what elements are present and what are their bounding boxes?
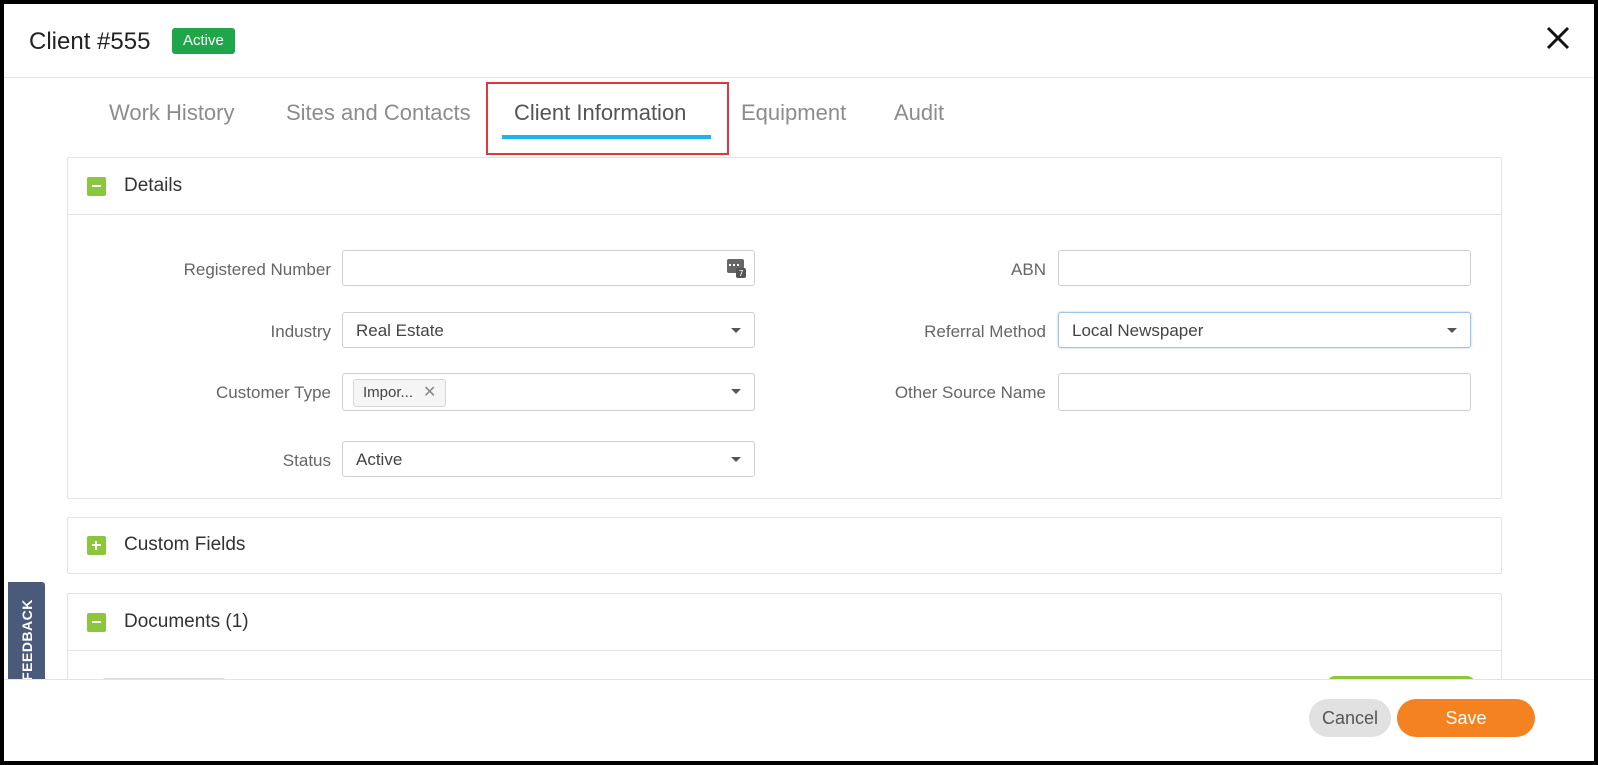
tab-highlight-box xyxy=(486,82,729,155)
tab-equipment[interactable]: Equipment xyxy=(741,100,846,126)
close-button[interactable] xyxy=(1540,20,1576,56)
status-label: Status xyxy=(282,451,331,470)
client-dialog: Client #555 Active Work History Sites an… xyxy=(0,0,1598,765)
status-value: Active xyxy=(356,450,403,469)
industry-label: Industry xyxy=(270,322,331,341)
industry-value: Real Estate xyxy=(356,321,444,340)
remove-chip-icon[interactable]: ✕ xyxy=(423,384,436,401)
abn-input[interactable] xyxy=(1058,250,1471,286)
feedback-label: FEEDBACK xyxy=(18,599,35,681)
tab-bar: Work History Sites and Contacts Client I… xyxy=(4,78,1594,158)
abn-label: ABN xyxy=(1011,260,1046,279)
other-source-name-label: Other Source Name xyxy=(894,383,1046,402)
details-panel-body: Registered Number 7 Industry Real Estate… xyxy=(68,214,1501,500)
referral-method-value: Local Newspaper xyxy=(1072,321,1204,340)
details-panel-title: Details xyxy=(124,175,183,196)
cancel-button[interactable]: Cancel xyxy=(1309,699,1391,737)
tab-sites-and-contacts[interactable]: Sites and Contacts xyxy=(286,100,471,126)
svg-text:7: 7 xyxy=(738,269,743,278)
expand-icon[interactable] xyxy=(87,536,106,555)
documents-panel-header[interactable]: Documents (1) xyxy=(68,594,1501,650)
status-badge: Active xyxy=(172,28,235,54)
customer-type-chip-label: Impor... xyxy=(363,384,414,401)
dialog-title: Client #555 xyxy=(29,28,151,55)
customer-type-chip: Impor... ✕ xyxy=(353,379,447,407)
custom-fields-panel: Custom Fields xyxy=(67,517,1502,574)
chevron-down-icon xyxy=(731,328,741,333)
dialog-footer: Cancel Save xyxy=(4,679,1594,761)
other-source-name-input[interactable] xyxy=(1058,373,1471,411)
chevron-down-icon xyxy=(731,457,741,462)
chevron-down-icon xyxy=(1447,328,1457,333)
tab-work-history[interactable]: Work History xyxy=(109,100,235,126)
documents-panel-title: Documents (1) xyxy=(124,611,249,632)
customer-type-select[interactable]: Impor... ✕ xyxy=(342,373,755,411)
custom-fields-panel-header[interactable]: Custom Fields xyxy=(68,518,1501,574)
customer-type-label: Customer Type xyxy=(216,383,331,402)
close-icon xyxy=(1546,26,1570,50)
registered-number-label: Registered Number xyxy=(183,260,331,279)
referral-method-select[interactable]: Local Newspaper xyxy=(1058,312,1471,348)
referral-method-label: Referral Method xyxy=(924,322,1046,341)
custom-fields-panel-title: Custom Fields xyxy=(124,534,246,555)
industry-select[interactable]: Real Estate xyxy=(342,312,755,348)
chevron-down-icon xyxy=(731,389,741,394)
tab-audit[interactable]: Audit xyxy=(894,100,944,126)
registered-number-input[interactable]: 7 xyxy=(342,250,755,286)
details-panel-header[interactable]: Details xyxy=(68,158,1501,214)
status-select[interactable]: Active xyxy=(342,441,755,477)
collapse-icon[interactable] xyxy=(87,177,106,196)
save-button[interactable]: Save xyxy=(1397,699,1535,737)
collapse-icon[interactable] xyxy=(87,613,106,632)
details-panel: Details Registered Number 7 Industry Rea… xyxy=(67,157,1502,499)
dialog-header: Client #555 Active xyxy=(4,4,1594,78)
calendar-icon[interactable]: 7 xyxy=(727,258,747,278)
